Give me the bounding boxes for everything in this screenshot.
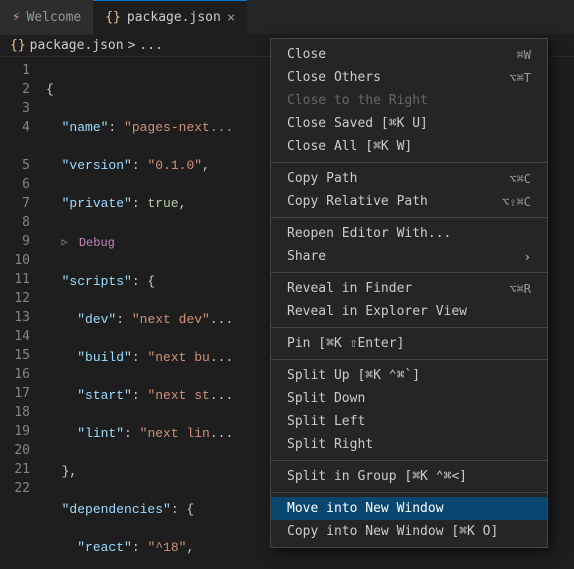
menu-item-close-others[interactable]: Close Others ⌥⌘T xyxy=(271,66,547,89)
menu-item-copy-path-shortcut: ⌥⌘C xyxy=(509,172,531,186)
menu-item-pin-label: Pin [⌘K ⇧Enter] xyxy=(287,336,531,351)
menu-item-split-right-label: Split Right xyxy=(287,437,531,452)
menu-item-split-left-label: Split Left xyxy=(287,414,531,429)
menu-item-reveal-explorer-label: Reveal in Explorer View xyxy=(287,304,531,319)
tab-bar: ⚡ Welcome {} package.json × xyxy=(0,0,574,35)
menu-item-split-right[interactable]: Split Right xyxy=(271,433,547,456)
menu-item-close-all-label: Close All [⌘K W] xyxy=(287,139,531,154)
menu-item-copy-new-window-label: Copy into New Window [⌘K O] xyxy=(287,524,531,539)
menu-item-close-saved[interactable]: Close Saved [⌘K U] xyxy=(271,112,547,135)
menu-item-split-up[interactable]: Split Up [⌘K ⌃⌘`] xyxy=(271,364,547,387)
menu-item-move-new-window-label: Move into New Window xyxy=(287,501,531,516)
tab-welcome[interactable]: ⚡ Welcome xyxy=(0,0,93,35)
menu-item-reveal-finder-shortcut: ⌥⌘R xyxy=(509,282,531,296)
breadcrumb-separator: > xyxy=(128,38,136,53)
menu-item-split-in-group-label: Split in Group [⌘K ⌃⌘<] xyxy=(287,469,531,484)
menu-item-copy-path-label: Copy Path xyxy=(287,171,489,186)
context-menu: Close ⌘W Close Others ⌥⌘T Close to the R… xyxy=(270,38,548,548)
menu-item-close-shortcut: ⌘W xyxy=(517,48,531,62)
separator-3 xyxy=(271,272,547,273)
menu-item-share-label: Share xyxy=(287,249,524,264)
menu-item-copy-relative-path[interactable]: Copy Relative Path ⌥⇧⌘C xyxy=(271,190,547,213)
menu-item-close-saved-label: Close Saved [⌘K U] xyxy=(287,116,531,131)
menu-item-reveal-finder-label: Reveal in Finder xyxy=(287,281,489,296)
menu-item-split-down[interactable]: Split Down xyxy=(271,387,547,410)
tab-package-json[interactable]: {} package.json × xyxy=(93,0,247,35)
menu-item-split-in-group[interactable]: Split in Group [⌘K ⌃⌘<] xyxy=(271,465,547,488)
breadcrumb-filename[interactable]: package.json xyxy=(30,38,124,53)
breadcrumb-icon: {} xyxy=(10,38,26,53)
separator-4 xyxy=(271,327,547,328)
menu-item-close[interactable]: Close ⌘W xyxy=(271,43,547,66)
menu-item-copy-relative-path-shortcut: ⌥⇧⌘C xyxy=(502,195,531,209)
menu-item-copy-new-window[interactable]: Copy into New Window [⌘K O] xyxy=(271,520,547,543)
separator-7 xyxy=(271,492,547,493)
menu-item-pin[interactable]: Pin [⌘K ⇧Enter] xyxy=(271,332,547,355)
menu-item-reopen-editor-label: Reopen Editor With... xyxy=(287,226,531,241)
menu-item-close-right: Close to the Right xyxy=(271,89,547,112)
separator-6 xyxy=(271,460,547,461)
tab-welcome-label: Welcome xyxy=(26,10,81,25)
menu-item-close-all[interactable]: Close All [⌘K W] xyxy=(271,135,547,158)
welcome-icon: ⚡ xyxy=(12,9,20,25)
menu-item-close-label: Close xyxy=(287,47,497,62)
menu-item-split-up-label: Split Up [⌘K ⌃⌘`] xyxy=(287,368,531,383)
menu-item-close-others-shortcut: ⌥⌘T xyxy=(509,71,531,85)
separator-1 xyxy=(271,162,547,163)
share-submenu-arrow: › xyxy=(524,250,531,264)
tab-package-json-label: package.json xyxy=(127,10,221,25)
menu-item-share[interactable]: Share › xyxy=(271,245,547,268)
menu-item-split-left[interactable]: Split Left xyxy=(271,410,547,433)
menu-item-close-right-label: Close to the Right xyxy=(287,93,531,108)
menu-item-close-others-label: Close Others xyxy=(287,70,489,85)
menu-item-copy-path[interactable]: Copy Path ⌥⌘C xyxy=(271,167,547,190)
menu-item-copy-relative-path-label: Copy Relative Path xyxy=(287,194,482,209)
breadcrumb-path: ... xyxy=(139,38,162,53)
menu-item-reveal-finder[interactable]: Reveal in Finder ⌥⌘R xyxy=(271,277,547,300)
menu-item-move-new-window[interactable]: Move into New Window xyxy=(271,497,547,520)
menu-item-reopen-editor[interactable]: Reopen Editor With... xyxy=(271,222,547,245)
json-icon: {} xyxy=(105,10,121,25)
menu-item-split-down-label: Split Down xyxy=(287,391,531,406)
menu-item-reveal-explorer[interactable]: Reveal in Explorer View xyxy=(271,300,547,323)
tab-close-button[interactable]: × xyxy=(227,11,235,25)
separator-2 xyxy=(271,217,547,218)
line-numbers: 1 2 3 4 5 6 7 8 9 10 11 12 13 14 15 16 1… xyxy=(0,57,40,565)
debug-button[interactable]: ▷ Debug xyxy=(62,234,115,253)
separator-5 xyxy=(271,359,547,360)
